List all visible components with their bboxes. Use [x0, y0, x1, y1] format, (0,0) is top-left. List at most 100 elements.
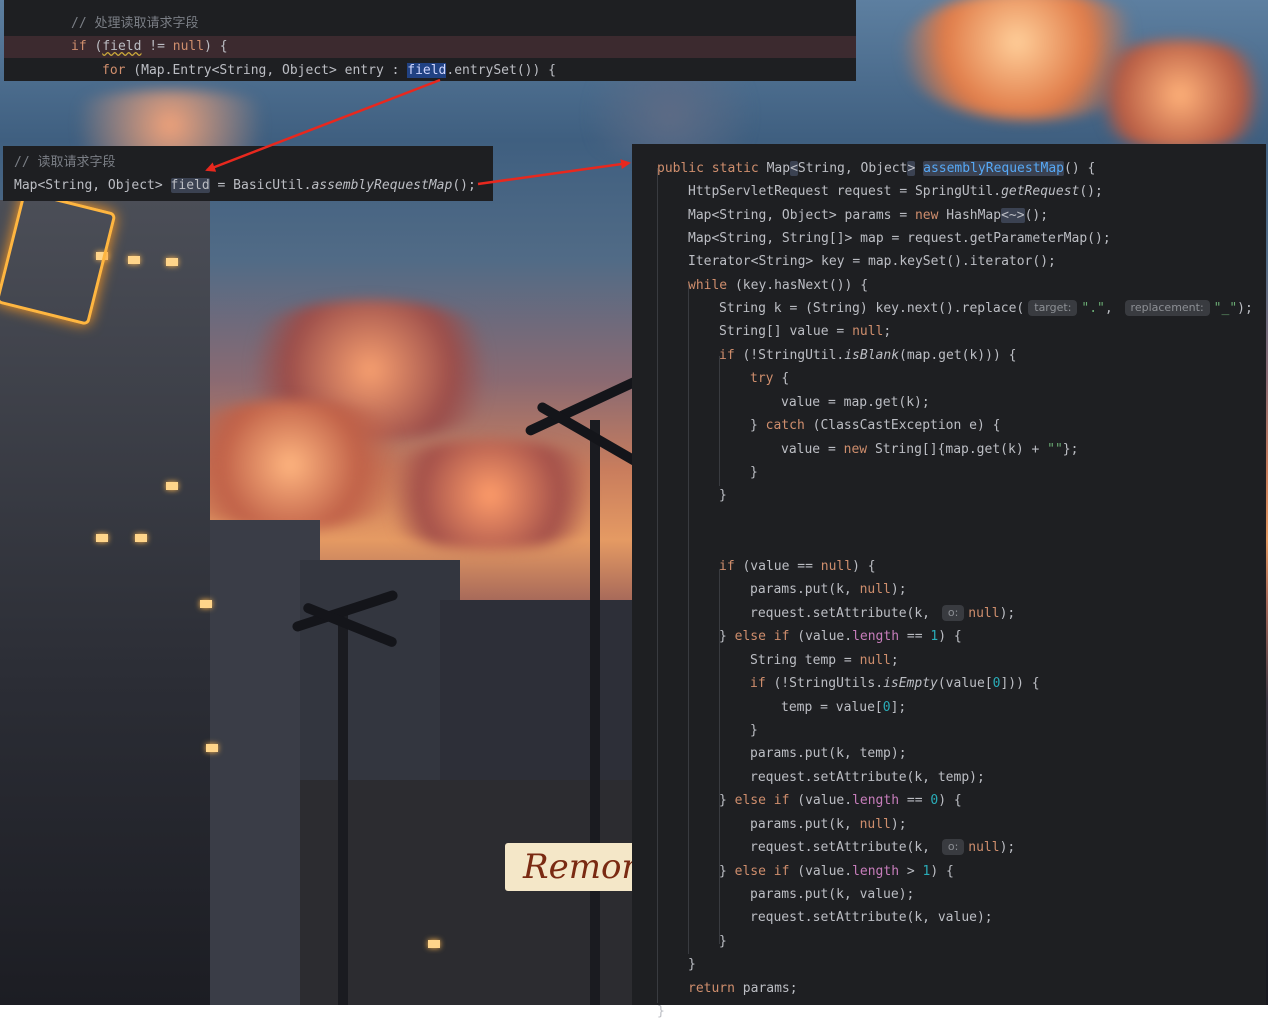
code-text: value = map.get(k);	[781, 395, 930, 410]
code-text: }	[657, 1004, 665, 1019]
code-text: String k = (String) key.next().replace(	[719, 301, 1025, 316]
field-reference: length	[852, 793, 900, 808]
number-literal: 0	[930, 793, 939, 808]
window-light	[128, 256, 140, 264]
window-light	[206, 744, 218, 752]
keyword: try	[750, 371, 782, 386]
code-line: } catch (ClassCastException e) {	[750, 415, 1000, 437]
code-text: }	[688, 957, 696, 972]
code-line: params.put(k, null);	[750, 579, 907, 601]
keyword: null	[968, 606, 1000, 621]
code-text: );	[1237, 301, 1253, 316]
keyword-if: if	[71, 39, 87, 54]
keyword: if	[719, 559, 743, 574]
keyword: null	[852, 324, 884, 339]
code-text: ];	[890, 700, 907, 715]
code-text: temp = value[	[781, 700, 883, 715]
code-text: ])) {	[1000, 676, 1040, 691]
keyword-for: for	[102, 63, 126, 78]
code-line: while (key.hasNext()) {	[688, 275, 868, 297]
code-text: ();	[1079, 184, 1103, 199]
code-text: Map<String, Object> params =	[688, 208, 915, 223]
keyword: if	[719, 348, 743, 363]
code-text: String, Object	[797, 161, 908, 176]
window-light	[428, 940, 440, 948]
method-name: isEmpty	[883, 676, 938, 691]
code-text: (	[86, 39, 103, 54]
code-text: );	[890, 582, 907, 597]
keyword: catch	[765, 418, 813, 433]
code-line: String temp = null;	[750, 650, 899, 672]
code-text: );	[890, 817, 907, 832]
code-line: request.setAttribute(k, temp);	[750, 767, 985, 789]
method-name: getRequest	[1001, 184, 1080, 199]
code-line: params.put(k, null);	[750, 814, 907, 836]
code-line: if (value == null) {	[719, 556, 876, 578]
code-text: }	[750, 418, 766, 433]
window-light	[166, 482, 178, 490]
code-text: ) {	[938, 793, 962, 808]
code-text: ) {	[938, 629, 962, 644]
code-text: String[]{map.get(k) +	[874, 442, 1048, 457]
code-text: }	[719, 488, 727, 503]
method-declaration-name[interactable]: assemblyRequestMap	[923, 161, 1065, 176]
code-line: if (!StringUtil.isBlank(map.get(k))) {	[719, 345, 1016, 367]
code-text: params.put(k,	[750, 817, 860, 832]
code-text: );	[999, 840, 1016, 855]
keyword: while	[688, 278, 735, 293]
string-literal: ""	[1047, 442, 1063, 457]
code-text: ) {	[852, 559, 876, 574]
code-text: ();	[1024, 208, 1049, 223]
selected-variable-field[interactable]: field	[407, 63, 447, 78]
code-line: }	[750, 462, 758, 484]
keyword: new	[914, 208, 947, 223]
keyword: null	[859, 582, 891, 597]
code-text: Map<String, Object>	[14, 178, 171, 193]
code-text: request.setAttribute(k,	[750, 606, 938, 621]
code-text: (ClassCastException e) {	[812, 418, 1001, 433]
code-line: }	[719, 485, 727, 507]
code-text: Map<String, String[]> map = request.getP…	[688, 231, 1111, 246]
building	[300, 780, 635, 1005]
keyword: else if	[734, 793, 798, 808]
code-snippet-method: public static Map<String, Object > assemb…	[632, 144, 1266, 1019]
method-call-assemblyRequestMap[interactable]: assemblyRequestMap	[311, 178, 452, 193]
code-comment: // 读取请求字段	[14, 155, 116, 170]
code-line: request.setAttribute(k, value);	[750, 907, 993, 929]
code-line-field-assignment: Map<String, Object> field = BasicUtil.as…	[14, 175, 476, 197]
code-text: ;	[890, 653, 899, 668]
code-text: HashMap	[946, 208, 1002, 223]
string-literal: "_"	[1213, 301, 1238, 316]
code-text: ();	[452, 178, 476, 193]
variable-field[interactable]: field	[170, 178, 210, 193]
code-line-for-entry: for (Map.Entry<String, Object> entry : f…	[102, 60, 556, 82]
code-text: params.put(k,	[750, 582, 860, 597]
code-text: ,	[1104, 301, 1121, 316]
code-comment: // 处理读取请求字段	[71, 16, 199, 31]
code-text: .entrySet()) {	[446, 63, 556, 78]
code-text: };	[1062, 442, 1079, 457]
code-text: request.setAttribute(k,	[750, 840, 938, 855]
brace-match: <	[790, 161, 798, 176]
code-line: request.setAttribute(k, o: null);	[750, 603, 1015, 625]
code-snippet-top: // 处理读取请求字段 if (field != null) { for (Ma…	[4, 0, 856, 81]
window-light	[96, 534, 108, 542]
code-line: } else if (value.length == 1) {	[719, 626, 962, 648]
indent-guide	[719, 356, 720, 486]
code-text: HttpServletRequest request = SpringUtil.	[688, 184, 1002, 199]
code-text: }	[719, 793, 735, 808]
code-line: String[] value = null;	[719, 321, 891, 343]
code-text: params.put(k, temp);	[750, 746, 907, 761]
parameter-hint: replacement:	[1124, 300, 1210, 316]
code-line: public static Map<String, Object> assemb…	[657, 158, 1095, 180]
code-text: ;	[883, 324, 892, 339]
code-line: } else if (value.length > 1) {	[719, 861, 954, 883]
code-line: temp = value[0];	[781, 697, 906, 719]
code-text: params;	[742, 981, 798, 996]
remonsa-sign: Remonsa	[505, 843, 645, 891]
number-literal: 1	[930, 629, 939, 644]
code-text: (value.	[797, 864, 853, 879]
code-line: return params;	[688, 978, 798, 1000]
code-line: Map<String, Object> params = new HashMap…	[688, 205, 1048, 227]
keyword: null	[820, 559, 853, 574]
